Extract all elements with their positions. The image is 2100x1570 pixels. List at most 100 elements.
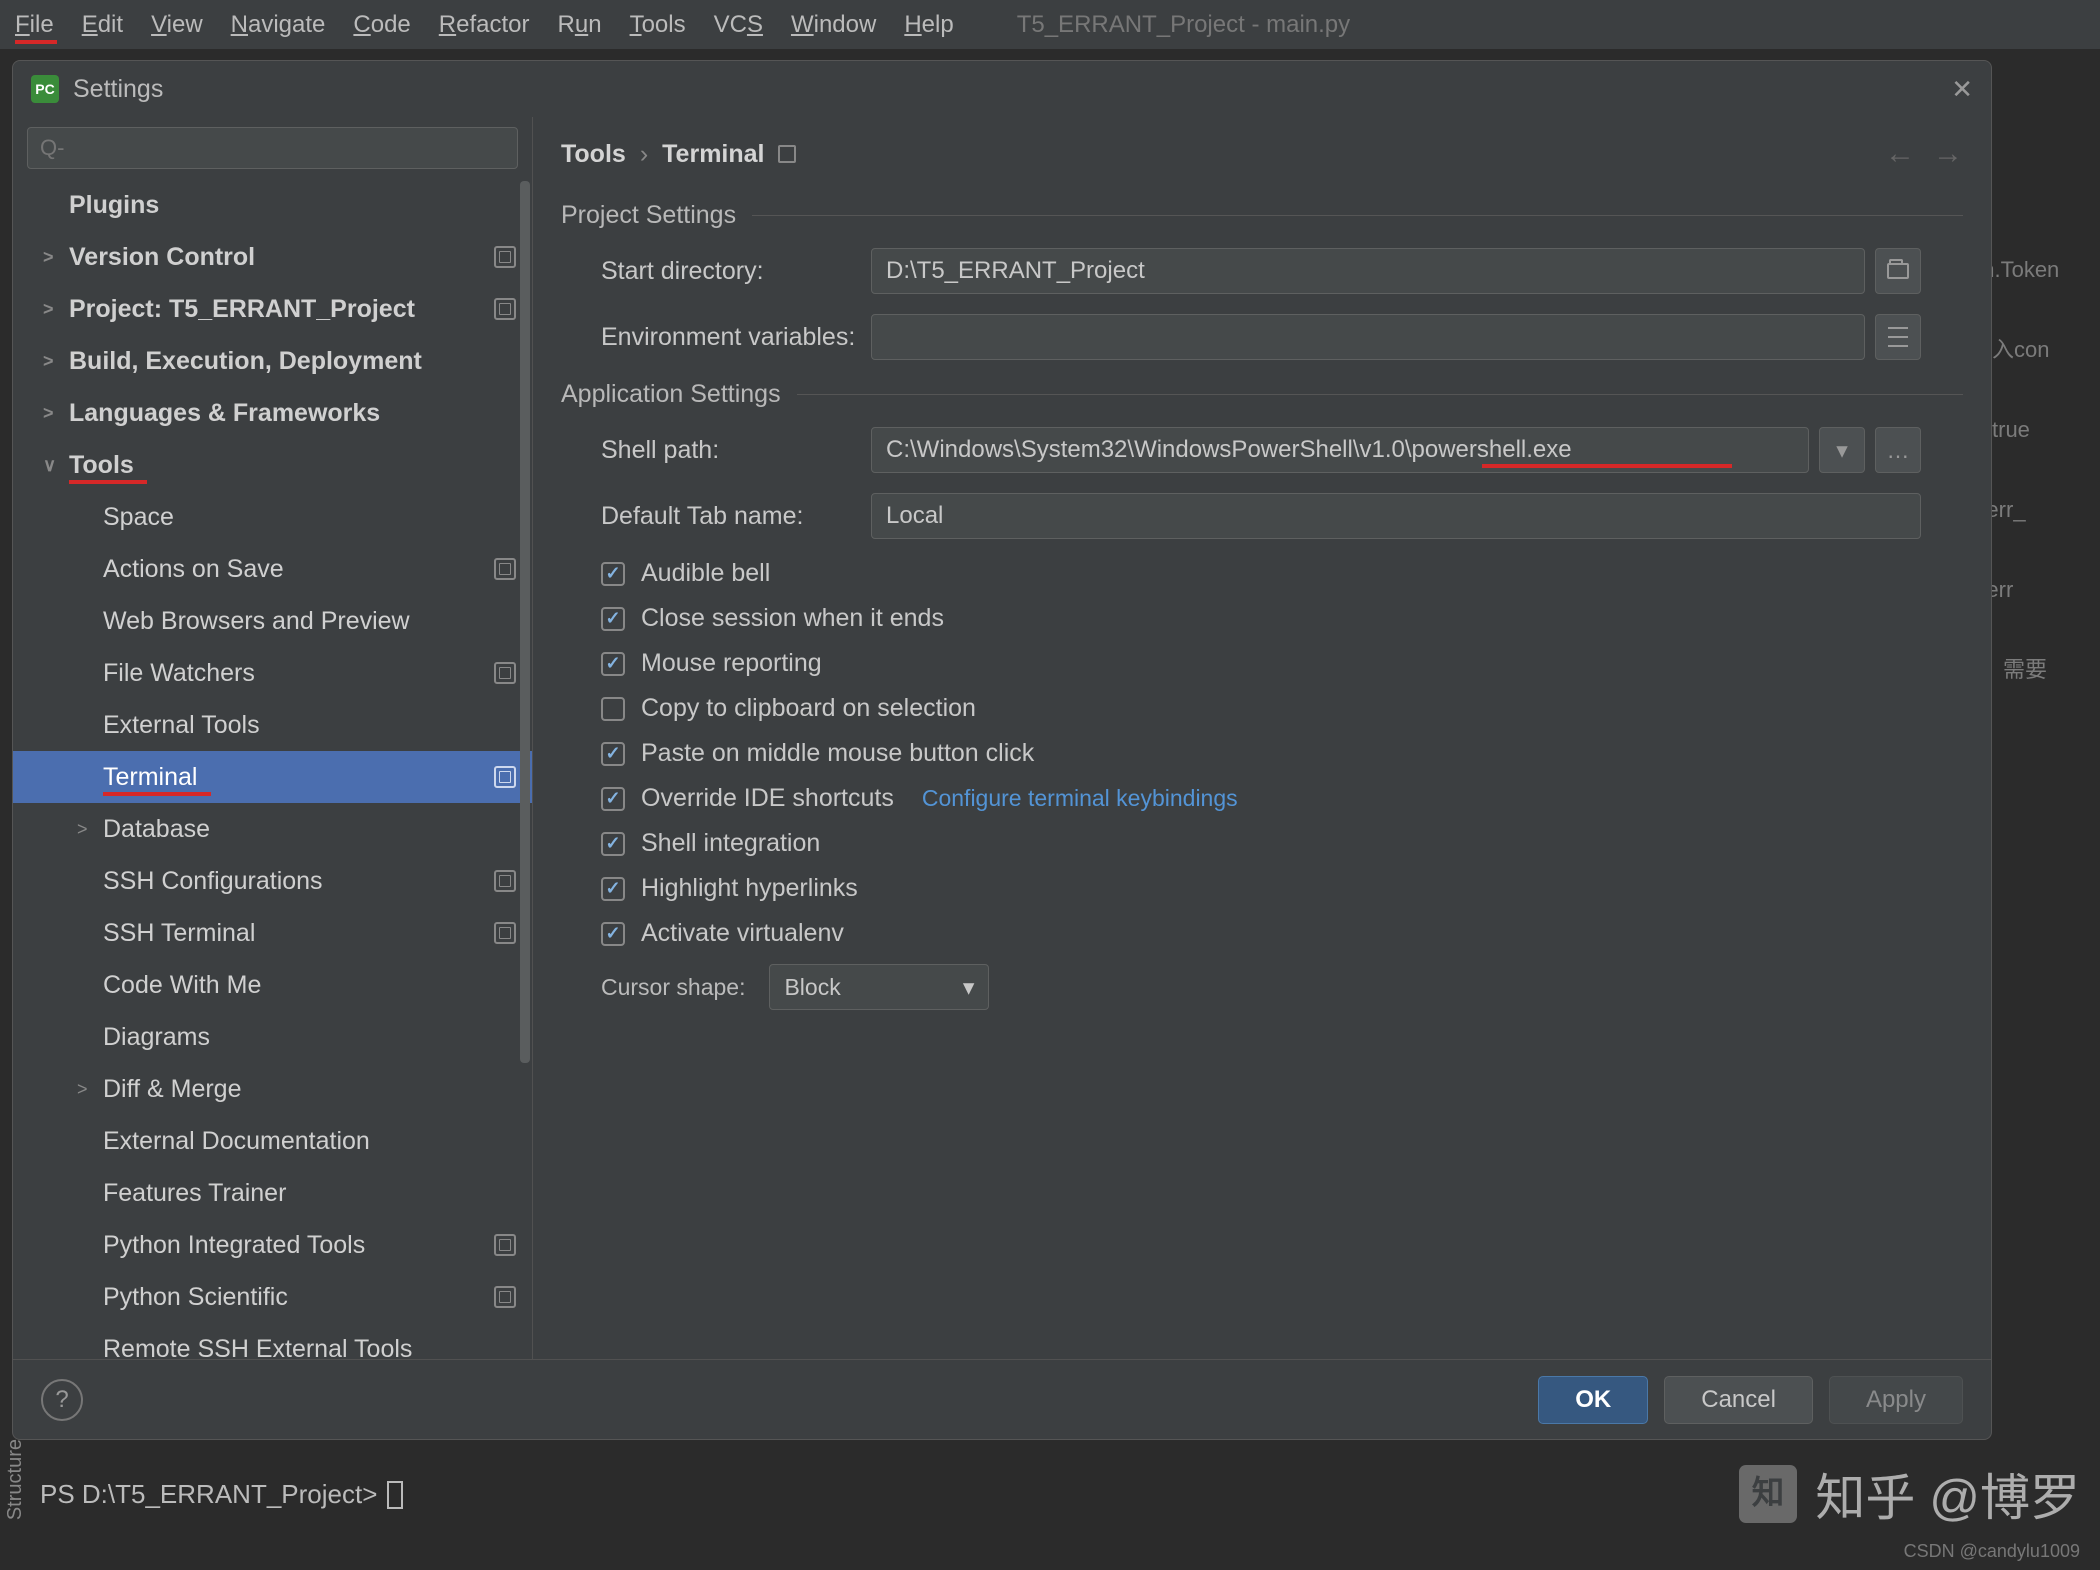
menu-view[interactable]: View — [151, 11, 203, 39]
shell-browse-button[interactable]: … — [1875, 427, 1921, 473]
sidebar-item-actions-on-save[interactable]: Actions on Save — [13, 543, 532, 595]
chevron-down-icon: ▾ — [963, 974, 975, 1001]
checkbox-row: Audible bell — [561, 559, 1963, 588]
menu-code[interactable]: Code — [353, 11, 410, 39]
settings-sidebar: Plugins>Version Control>Project: T5_ERRA… — [13, 117, 533, 1359]
sidebar-item-external-documentation[interactable]: External Documentation — [13, 1115, 532, 1167]
checkbox-row: Shell integration — [561, 829, 1963, 858]
sidebar-item-space[interactable]: Space — [13, 491, 532, 543]
folder-icon — [1887, 263, 1909, 279]
checkbox[interactable] — [601, 832, 625, 856]
gear-icon — [494, 922, 516, 944]
ok-button[interactable]: OK — [1538, 1376, 1648, 1424]
sidebar-item-version-control[interactable]: >Version Control — [13, 231, 532, 283]
sidebar-item-ssh-configurations[interactable]: SSH Configurations — [13, 855, 532, 907]
dialog-titlebar: PC Settings ✕ — [13, 61, 1991, 117]
breadcrumb: Tools › Terminal ← → — [561, 137, 1963, 171]
dialog-footer: ? OK Cancel Apply — [13, 1359, 1991, 1439]
cursor-icon — [387, 1481, 403, 1509]
configure-keybindings-link[interactable]: Configure terminal keybindings — [922, 785, 1238, 812]
menu-file[interactable]: File — [15, 11, 54, 39]
sidebar-item-code-with-me[interactable]: Code With Me — [13, 959, 532, 1011]
app-settings-heading: Application Settings — [561, 380, 781, 409]
search-input[interactable] — [27, 127, 518, 169]
zhihu-icon: 知 — [1739, 1465, 1797, 1523]
checkbox[interactable] — [601, 652, 625, 676]
checkbox-row: Mouse reporting — [561, 649, 1963, 678]
cursor-shape-label: Cursor shape: — [601, 974, 745, 1001]
close-icon[interactable]: ✕ — [1951, 74, 1973, 105]
gear-icon — [494, 662, 516, 684]
sidebar-item-build-execution-deployment[interactable]: >Build, Execution, Deployment — [13, 335, 532, 387]
project-settings-heading: Project Settings — [561, 201, 736, 230]
sidebar-item-project-t5-errant-project[interactable]: >Project: T5_ERRANT_Project — [13, 283, 532, 335]
checkbox-row: Override IDE shortcutsConfigure terminal… — [561, 784, 1963, 813]
sidebar-item-languages-frameworks[interactable]: >Languages & Frameworks — [13, 387, 532, 439]
window-title: T5_ERRANT_Project - main.py — [1017, 11, 1350, 39]
checkbox-row: Activate virtualenv — [561, 919, 1963, 948]
menu-navigate[interactable]: Navigate — [231, 11, 326, 39]
sidebar-item-external-tools[interactable]: External Tools — [13, 699, 532, 751]
settings-dialog: PC Settings ✕ Plugins>Version Control>Pr… — [12, 60, 1992, 1440]
gear-icon — [494, 870, 516, 892]
terminal-prompt: PS D:\T5_ERRANT_Project> — [40, 1479, 403, 1510]
gear-icon — [494, 1286, 516, 1308]
dialog-title: Settings — [73, 75, 163, 104]
checkbox[interactable] — [601, 562, 625, 586]
sidebar-item-python-integrated-tools[interactable]: Python Integrated Tools — [13, 1219, 532, 1271]
sidebar-item-file-watchers[interactable]: File Watchers — [13, 647, 532, 699]
sidebar-item-database[interactable]: >Database — [13, 803, 532, 855]
menu-window[interactable]: Window — [791, 11, 876, 39]
cancel-button[interactable]: Cancel — [1664, 1376, 1813, 1424]
menu-run[interactable]: Run — [558, 11, 602, 39]
sidebar-item-terminal[interactable]: Terminal — [13, 751, 532, 803]
sidebar-item-diff-merge[interactable]: >Diff & Merge — [13, 1063, 532, 1115]
sidebar-item-web-browsers-and-preview[interactable]: Web Browsers and Preview — [13, 595, 532, 647]
shell-path-input[interactable]: C:\Windows\System32\WindowsPowerShell\v1… — [871, 427, 1809, 473]
menu-edit[interactable]: Edit — [82, 11, 123, 39]
chevron-right-icon: › — [640, 140, 648, 169]
list-icon — [1888, 327, 1908, 347]
sidebar-item-ssh-terminal[interactable]: SSH Terminal — [13, 907, 532, 959]
checkbox[interactable] — [601, 697, 625, 721]
env-vars-label: Environment variables: — [601, 323, 871, 352]
default-tab-input[interactable]: Local — [871, 493, 1921, 539]
sidebar-item-tools[interactable]: ∨Tools — [13, 439, 532, 491]
menu-refactor[interactable]: Refactor — [439, 11, 530, 39]
start-dir-label: Start directory: — [601, 257, 871, 286]
apply-button[interactable]: Apply — [1829, 1376, 1963, 1424]
checkbox[interactable] — [601, 877, 625, 901]
settings-content: Tools › Terminal ← → Project Settings St… — [533, 117, 1991, 1359]
sidebar-item-plugins[interactable]: Plugins — [13, 179, 532, 231]
gear-icon — [494, 766, 516, 788]
structure-tab[interactable]: Structure — [0, 1429, 31, 1530]
menu-vcs[interactable]: VCS — [714, 11, 763, 39]
checkbox[interactable] — [601, 742, 625, 766]
checkbox[interactable] — [601, 607, 625, 631]
sidebar-item-remote-ssh-external-tools[interactable]: Remote SSH External Tools — [13, 1323, 532, 1359]
shell-dropdown-button[interactable]: ▾ — [1819, 427, 1865, 473]
help-button[interactable]: ? — [41, 1379, 83, 1421]
checkbox[interactable] — [601, 922, 625, 946]
forward-icon[interactable]: → — [1933, 137, 1963, 171]
browse-folder-button[interactable] — [1875, 248, 1921, 294]
sidebar-item-diagrams[interactable]: Diagrams — [13, 1011, 532, 1063]
sidebar-item-features-trainer[interactable]: Features Trainer — [13, 1167, 532, 1219]
checkbox[interactable] — [601, 787, 625, 811]
settings-scope-icon — [778, 145, 796, 163]
menu-help[interactable]: Help — [904, 11, 953, 39]
env-list-button[interactable] — [1875, 314, 1921, 360]
env-vars-input[interactable] — [871, 314, 1865, 360]
checkbox-row: Copy to clipboard on selection — [561, 694, 1963, 723]
back-icon[interactable]: ← — [1885, 137, 1915, 171]
csdn-watermark: CSDN @candylu1009 — [1904, 1541, 2080, 1562]
start-dir-input[interactable]: D:\T5_ERRANT_Project — [871, 248, 1865, 294]
default-tab-label: Default Tab name: — [601, 502, 871, 531]
scrollbar[interactable] — [520, 181, 530, 1357]
gear-icon — [494, 246, 516, 268]
settings-tree: Plugins>Version Control>Project: T5_ERRA… — [13, 179, 532, 1359]
cursor-shape-select[interactable]: Block▾ — [769, 964, 989, 1010]
menu-tools[interactable]: Tools — [630, 11, 686, 39]
pycharm-icon: PC — [31, 75, 59, 103]
sidebar-item-python-scientific[interactable]: Python Scientific — [13, 1271, 532, 1323]
